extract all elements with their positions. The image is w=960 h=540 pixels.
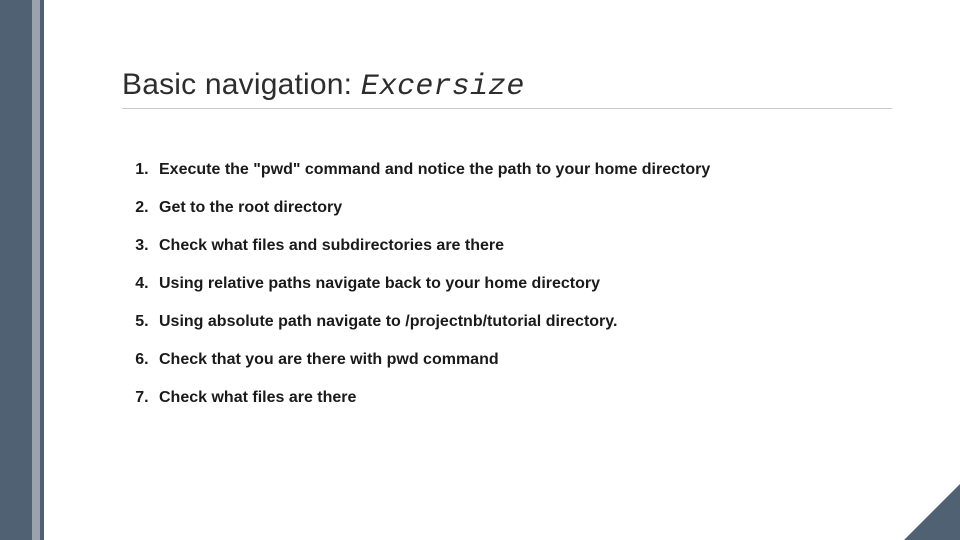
list-item: Check what files are there xyxy=(153,388,710,426)
title-underline xyxy=(122,108,892,109)
corner-accent xyxy=(904,484,960,540)
list-item-text: Check what files and subdirectories are … xyxy=(159,237,504,254)
title-prefix: Basic navigation: xyxy=(122,68,361,101)
list-item: Using absolute path navigate to /project… xyxy=(153,312,710,350)
list-item-text: Get to the root directory xyxy=(159,199,342,216)
list-item: Check that you are there with pwd comman… xyxy=(153,350,710,388)
slide: Basic navigation: Excersize Execute the … xyxy=(0,0,960,540)
list-item-text: Using absolute path navigate to /project… xyxy=(159,313,617,330)
list-item-text: Using relative paths navigate back to yo… xyxy=(159,275,600,292)
list-item: Get to the root directory xyxy=(153,198,710,236)
list-item-text: Check that you are there with pwd comman… xyxy=(159,351,499,368)
list-item-text: Check what files are there xyxy=(159,389,356,406)
list-item: Using relative paths navigate back to yo… xyxy=(153,274,710,312)
left-accent-bar-light xyxy=(32,0,40,540)
slide-title: Basic navigation: Excersize xyxy=(122,68,525,104)
exercise-list: Execute the "pwd" command and notice the… xyxy=(125,160,710,426)
list-item: Check what files and subdirectories are … xyxy=(153,236,710,274)
list-item: Execute the "pwd" command and notice the… xyxy=(153,160,710,198)
list-item-text: Execute the "pwd" command and notice the… xyxy=(159,161,710,178)
title-mono: Excersize xyxy=(361,70,525,104)
